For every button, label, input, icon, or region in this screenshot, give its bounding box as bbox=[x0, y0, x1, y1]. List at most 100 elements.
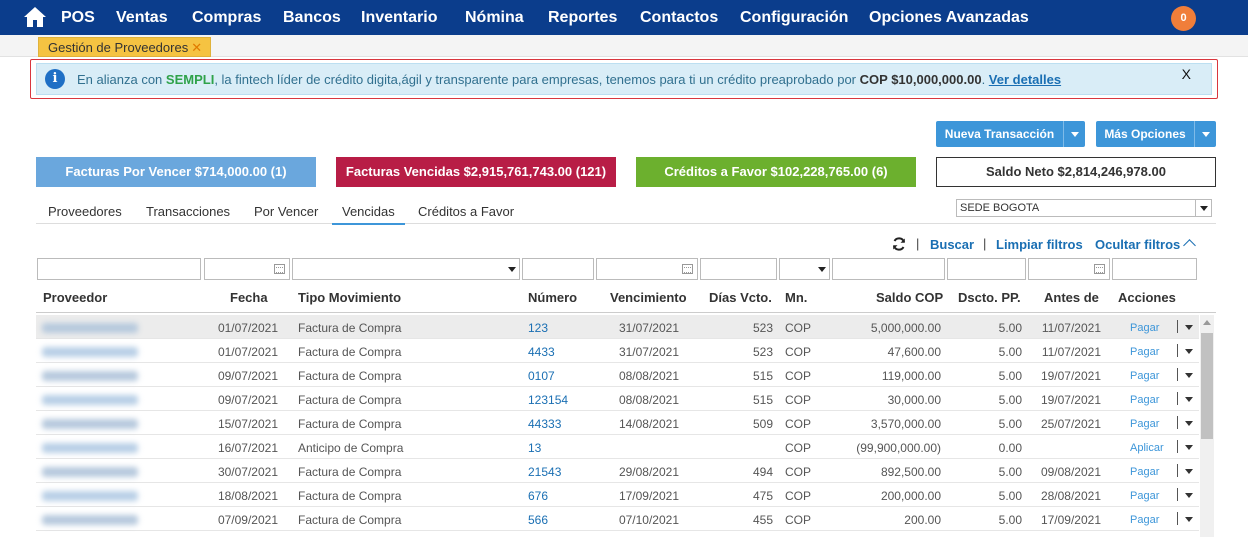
table-row[interactable]: 01/07/2021 Factura de Compra 123 31/07/2021… bbox=[36, 315, 1199, 339]
filter-saldo-input[interactable] bbox=[832, 258, 945, 280]
col-vencimiento[interactable]: Vencimiento bbox=[610, 290, 687, 305]
cell-accion[interactable]: Pagar bbox=[1130, 346, 1170, 358]
table-row[interactable]: 30/07/2021 Factura de Compra 21543 29/08/20… bbox=[36, 459, 1199, 483]
cell-accion[interactable]: Pagar bbox=[1130, 370, 1170, 382]
nav-bancos[interactable]: Bancos bbox=[283, 9, 341, 27]
chevron-down-icon[interactable] bbox=[508, 267, 516, 272]
nav-inventario[interactable]: Inventario bbox=[361, 9, 437, 27]
tab-creditos-a-favor[interactable]: Créditos a Favor bbox=[418, 204, 514, 223]
table-row[interactable]: 01/07/2021 Factura de Compra 4433 31/07/202… bbox=[36, 339, 1199, 363]
row-actions-dropdown-icon[interactable] bbox=[1185, 469, 1193, 474]
redacted-supplier-name[interactable] bbox=[42, 467, 138, 477]
close-tab-icon[interactable]: ✕ bbox=[191, 40, 202, 55]
nav-contactos[interactable]: Contactos bbox=[640, 9, 718, 27]
filter-dias-input[interactable] bbox=[700, 258, 777, 280]
chevron-down-icon[interactable] bbox=[1195, 200, 1211, 216]
redacted-supplier-name[interactable] bbox=[42, 419, 138, 429]
col-antes-de[interactable]: Antes de bbox=[1044, 290, 1099, 305]
nav-nomina[interactable]: Nómina bbox=[465, 9, 524, 27]
redacted-supplier-name[interactable] bbox=[42, 323, 138, 333]
nav-pos[interactable]: POS bbox=[61, 9, 95, 27]
cell-accion[interactable]: Pagar bbox=[1130, 490, 1170, 502]
home-icon[interactable] bbox=[23, 6, 47, 28]
filter-tipo-select[interactable] bbox=[292, 258, 520, 280]
mas-opciones-button[interactable]: Más Opciones bbox=[1096, 121, 1216, 147]
facturas-por-vencer-box[interactable]: Facturas Por Vencer $714,000.00 (1) bbox=[36, 157, 316, 187]
tab-transacciones[interactable]: Transacciones bbox=[146, 204, 230, 223]
cell-accion[interactable]: Pagar bbox=[1130, 466, 1170, 478]
cell-numero[interactable]: 13 bbox=[528, 441, 608, 455]
table-row[interactable]: 09/07/2021 Factura de Compra 0107 08/08/202… bbox=[36, 363, 1199, 387]
col-dias-vcto[interactable]: Días Vcto. bbox=[709, 290, 772, 305]
col-dscto-pp[interactable]: Dscto. PP. bbox=[958, 290, 1021, 305]
col-fecha[interactable]: Fecha bbox=[230, 290, 268, 305]
table-row[interactable]: 16/07/2021 Anticipo de Compra 13 COP (99,900… bbox=[36, 435, 1199, 459]
tab-proveedores[interactable]: Proveedores bbox=[48, 204, 122, 223]
row-actions-dropdown-icon[interactable] bbox=[1185, 445, 1193, 450]
col-tipo-movimiento[interactable]: Tipo Movimiento bbox=[298, 290, 401, 305]
cell-accion[interactable]: Pagar bbox=[1130, 514, 1170, 526]
row-actions-dropdown-icon[interactable] bbox=[1185, 517, 1193, 522]
facturas-vencidas-box[interactable]: Facturas Vencidas $2,915,761,743.00 (121… bbox=[336, 157, 616, 187]
calendar-icon[interactable] bbox=[682, 264, 693, 274]
col-proveedor[interactable]: Proveedor bbox=[43, 290, 107, 305]
nav-reportes[interactable]: Reportes bbox=[548, 9, 617, 27]
tab-por-vencer[interactable]: Por Vencer bbox=[254, 204, 318, 223]
tab-vencidas[interactable]: Vencidas bbox=[332, 204, 405, 225]
filter-vencimiento-input[interactable] bbox=[596, 258, 698, 280]
filter-fecha-input[interactable] bbox=[204, 258, 290, 280]
nueva-transaccion-button[interactable]: Nueva Transacción bbox=[936, 121, 1085, 147]
row-actions-dropdown-icon[interactable] bbox=[1185, 397, 1193, 402]
notification-badge[interactable]: 0 bbox=[1171, 6, 1196, 31]
nav-ventas[interactable]: Ventas bbox=[116, 9, 168, 27]
redacted-supplier-name[interactable] bbox=[42, 395, 138, 405]
scrollbar-thumb[interactable] bbox=[1201, 333, 1213, 439]
nav-opciones-avanzadas[interactable]: Opciones Avanzadas bbox=[869, 9, 1029, 27]
redacted-supplier-name[interactable] bbox=[42, 443, 138, 453]
creditos-a-favor-box[interactable]: Créditos a Favor $102,228,765.00 (6) bbox=[636, 157, 916, 187]
tab-gestion-proveedores[interactable]: Gestión de Proveedores ✕ bbox=[38, 37, 212, 57]
chevron-up-icon[interactable] bbox=[1183, 239, 1196, 252]
close-alert-button[interactable]: X bbox=[1182, 66, 1191, 82]
col-numero[interactable]: Número bbox=[528, 290, 577, 305]
cell-accion[interactable]: Pagar bbox=[1130, 322, 1170, 334]
filter-proveedor-input[interactable] bbox=[37, 258, 201, 280]
redacted-supplier-name[interactable] bbox=[42, 371, 138, 381]
refresh-icon[interactable] bbox=[892, 237, 906, 251]
table-row[interactable]: 15/07/2021 Factura de Compra 44333 14/08/20… bbox=[36, 411, 1199, 435]
redacted-supplier-name[interactable] bbox=[42, 515, 138, 525]
cell-accion[interactable]: Pagar bbox=[1130, 418, 1170, 430]
table-row[interactable]: 18/08/2021 Factura de Compra 676 17/09/2021… bbox=[36, 483, 1199, 507]
table-row[interactable]: 09/07/2021 Factura de Compra 123154 08/08/2… bbox=[36, 387, 1199, 411]
nav-configuracion[interactable]: Configuración bbox=[740, 9, 848, 27]
scroll-up-arrow-icon[interactable] bbox=[1203, 320, 1211, 325]
sede-select[interactable]: SEDE BOGOTA bbox=[956, 199, 1212, 217]
redacted-supplier-name[interactable] bbox=[42, 347, 138, 357]
filter-moneda-select[interactable] bbox=[779, 258, 830, 280]
row-actions-dropdown-icon[interactable] bbox=[1185, 493, 1193, 498]
row-actions-dropdown-icon[interactable] bbox=[1185, 349, 1193, 354]
row-actions-dropdown-icon[interactable] bbox=[1185, 325, 1193, 330]
filter-acciones-input[interactable] bbox=[1112, 258, 1197, 280]
cell-accion[interactable]: Aplicar bbox=[1130, 442, 1170, 454]
col-moneda[interactable]: Mn. bbox=[785, 290, 807, 305]
row-actions-dropdown-icon[interactable] bbox=[1185, 373, 1193, 378]
filter-antes-input[interactable] bbox=[1028, 258, 1110, 280]
nav-compras[interactable]: Compras bbox=[192, 9, 261, 27]
col-saldo-cop[interactable]: Saldo COP bbox=[876, 290, 943, 305]
calendar-icon[interactable] bbox=[274, 264, 285, 274]
ocultar-filtros-link[interactable]: Ocultar filtros bbox=[1095, 237, 1180, 252]
chevron-down-icon[interactable] bbox=[1194, 121, 1216, 147]
ver-detalles-link[interactable]: Ver detalles bbox=[989, 72, 1061, 87]
filter-numero-input[interactable] bbox=[522, 258, 594, 280]
calendar-icon[interactable] bbox=[1094, 264, 1105, 274]
table-row[interactable]: 07/09/2021 Factura de Compra 566 07/10/2021… bbox=[36, 507, 1199, 531]
chevron-down-icon[interactable] bbox=[1063, 121, 1085, 147]
filter-dscto-input[interactable] bbox=[947, 258, 1026, 280]
cell-accion[interactable]: Pagar bbox=[1130, 394, 1170, 406]
redacted-supplier-name[interactable] bbox=[42, 491, 138, 501]
limpiar-filtros-link[interactable]: Limpiar filtros bbox=[996, 237, 1083, 252]
buscar-link[interactable]: Buscar bbox=[930, 237, 974, 252]
row-actions-dropdown-icon[interactable] bbox=[1185, 421, 1193, 426]
chevron-down-icon[interactable] bbox=[818, 267, 826, 272]
